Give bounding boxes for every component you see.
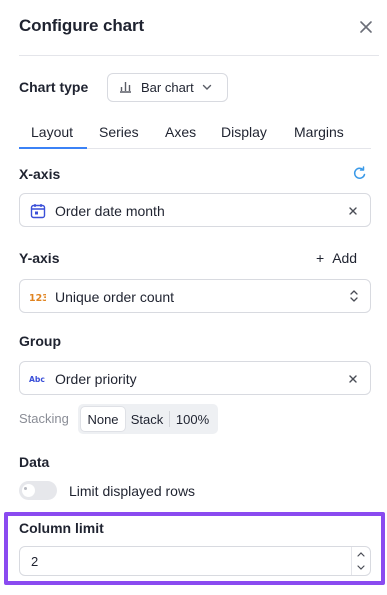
group-label: Group [19, 333, 61, 349]
y-axis-field[interactable]: 123 Unique order count [19, 279, 371, 313]
tab-layout[interactable]: Layout [31, 124, 73, 140]
refresh-icon[interactable] [352, 165, 368, 181]
tab-bar: Layout Series Axes Display Margins [19, 118, 371, 149]
close-icon[interactable] [359, 20, 373, 34]
header-divider [19, 55, 379, 56]
toggle-knob-mark [24, 487, 27, 490]
column-limit-input[interactable]: 2 [19, 546, 371, 576]
column-limit-label: Column limit [19, 520, 104, 536]
y-axis-label: Y-axis [19, 250, 60, 266]
column-limit-value: 2 [31, 554, 39, 569]
x-axis-value: Order date month [55, 203, 165, 219]
chart-type-value: Bar chart [141, 80, 194, 95]
bar-chart-icon [119, 80, 132, 96]
add-label: Add [332, 250, 358, 266]
add-y-axis-button[interactable]: + Add [316, 250, 357, 266]
x-axis-label: X-axis [19, 166, 61, 182]
select-updown-icon[interactable] [349, 288, 359, 304]
data-label: Data [19, 454, 50, 470]
number-type-badge: 123 [29, 292, 46, 302]
text-type-icon: Abc [29, 370, 46, 387]
plus-icon: + [316, 250, 325, 266]
stacking-segmented-control: None Stack 100% [78, 404, 218, 434]
stacking-stack-option[interactable]: Stack [126, 407, 168, 431]
text-type-badge: Abc [29, 374, 45, 383]
stacking-label: Stacking [19, 411, 69, 426]
decrement-icon[interactable] [352, 561, 370, 575]
group-value: Order priority [55, 371, 137, 387]
x-axis-field[interactable]: Order date month [19, 193, 371, 227]
column-limit-stepper [351, 547, 370, 575]
tab-margins[interactable]: Margins [294, 124, 344, 140]
increment-icon[interactable] [352, 547, 370, 561]
stacking-none-option[interactable]: None [81, 407, 125, 431]
number-type-icon: 123 [29, 288, 46, 305]
y-axis-value: Unique order count [55, 289, 175, 305]
tab-display[interactable]: Display [221, 124, 267, 140]
tab-series[interactable]: Series [99, 124, 139, 140]
clear-group-icon[interactable] [347, 372, 359, 384]
group-field[interactable]: Abc Order priority [19, 361, 371, 395]
panel-header: Configure chart [19, 16, 379, 42]
limit-rows-label: Limit displayed rows [69, 483, 196, 499]
limit-rows-toggle[interactable] [19, 481, 57, 500]
chart-type-label: Chart type [19, 79, 89, 95]
active-tab-indicator [19, 147, 87, 149]
calendar-icon [29, 202, 46, 219]
chart-type-select[interactable]: Bar chart [107, 73, 228, 102]
configure-chart-panel: Configure chart Chart type Bar chart Lay… [0, 0, 387, 595]
clear-x-axis-icon[interactable] [347, 204, 359, 216]
stacking-percent-option[interactable]: 100% [170, 407, 215, 431]
toggle-knob [22, 484, 35, 497]
tab-axes[interactable]: Axes [165, 124, 196, 140]
chevron-down-icon [202, 80, 212, 95]
panel-title: Configure chart [19, 16, 145, 35]
